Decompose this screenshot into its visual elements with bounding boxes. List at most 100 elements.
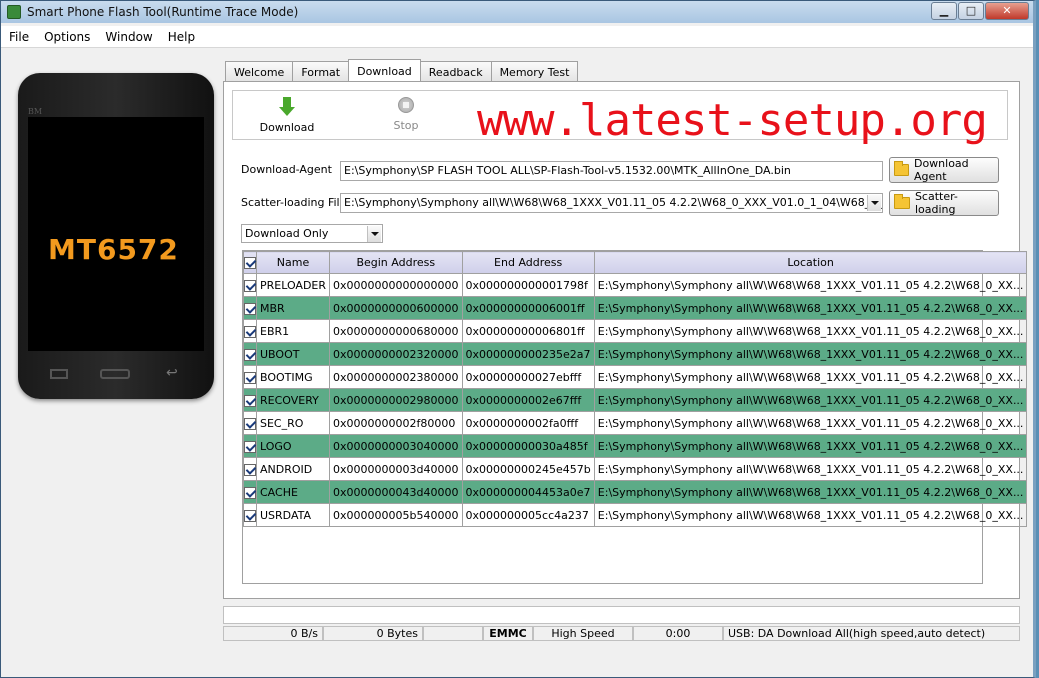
cell-name: UBOOT (255, 342, 331, 366)
cell-end-address: 0x000000000001798f (461, 273, 595, 297)
download-mode-select[interactable]: Download Only (241, 224, 383, 243)
table-row[interactable]: SEC_RO 0x0000000002f80000 0x0000000002fa0f… (243, 411, 1028, 435)
chevron-down-icon[interactable] (367, 226, 381, 242)
cell-end-address: 0x0000000002fa0fff (461, 411, 595, 435)
download-label: Download (259, 121, 315, 134)
phone-brand: BM (28, 107, 43, 116)
cell-name: EBR1 (255, 319, 331, 343)
cell-begin-address: 0x0000000000000000 (329, 273, 463, 297)
table-row[interactable]: RECOVERY 0x0000000002980000 0x0000000002e6… (243, 388, 1028, 412)
table-row[interactable]: EBR1 0x0000000000680000 0x00000000006801ff… (243, 319, 1028, 343)
stop-button[interactable]: Stop (376, 97, 436, 132)
checkbox-checked-icon (244, 486, 256, 499)
table-row[interactable]: PRELOADER 0x0000000000000000 0x00000000000… (243, 273, 1028, 297)
scatter-loading-label: Scatter-loading File (241, 196, 347, 209)
row-checkbox[interactable] (243, 319, 257, 343)
status-empty (423, 626, 483, 641)
tab-readback[interactable]: Readback (419, 61, 492, 81)
table-row[interactable]: MBR 0x0000000000600000 0x00000000006001ff E… (243, 296, 1028, 320)
tab-memory-test[interactable]: Memory Test (490, 61, 579, 81)
chevron-down-icon[interactable] (867, 195, 881, 211)
cell-end-address: 0x00000000006001ff (461, 296, 595, 320)
table-row[interactable]: BOOTIMG 0x0000000002380000 0x00000000027eb… (243, 365, 1028, 389)
cell-location[interactable]: E:\Symphony\Symphony all\W\W68\W68_1XXX_… (593, 342, 1028, 366)
row-checkbox[interactable] (243, 411, 257, 435)
title-bar[interactable]: Smart Phone Flash Tool(Runtime Trace Mod… (1, 1, 1033, 23)
cell-location[interactable]: E:\Symphony\Symphony all\W\W68\W68_1XXX_… (593, 411, 1028, 435)
cell-location[interactable]: E:\Symphony\Symphony all\W\W68\W68_1XXX_… (593, 388, 1028, 412)
status-mode: High Speed (533, 626, 633, 641)
header-name[interactable]: Name (255, 251, 331, 274)
scatter-loading-button[interactable]: Scatter-loading (889, 190, 999, 216)
row-checkbox[interactable] (243, 273, 257, 297)
close-button[interactable]: ✕ (985, 2, 1029, 20)
tab-format[interactable]: Format (292, 61, 350, 81)
app-icon (7, 5, 21, 19)
menu-help[interactable]: Help (161, 30, 202, 44)
select-all-checkbox[interactable] (243, 251, 257, 274)
row-checkbox[interactable] (243, 342, 257, 366)
stop-label: Stop (393, 119, 419, 132)
maximize-button[interactable]: □ (958, 2, 984, 20)
cell-begin-address: 0x0000000003d40000 (329, 457, 463, 481)
checkbox-checked-icon (244, 325, 256, 338)
folder-icon (894, 194, 910, 209)
cell-name: CACHE (255, 480, 331, 504)
table-row[interactable]: USRDATA 0x000000005b540000 0x000000005cc4a… (243, 503, 1028, 527)
cell-location[interactable]: E:\Symphony\Symphony all\W\W68\W68_1XXX_… (593, 503, 1028, 527)
cell-begin-address: 0x0000000002320000 (329, 342, 463, 366)
status-bytes: 0 Bytes (323, 626, 423, 641)
menu-bar: File Options Window Help (1, 26, 1033, 48)
header-location[interactable]: Location (593, 251, 1028, 274)
download-agent-field[interactable]: E:\Symphony\SP FLASH TOOL ALL\SP-Flash-T… (340, 161, 883, 181)
table-row[interactable]: LOGO 0x0000000003040000 0x00000000030a485f… (243, 434, 1028, 458)
table-header-row: Name Begin Address End Address Location (243, 251, 1028, 274)
cell-name: USRDATA (255, 503, 331, 527)
row-checkbox[interactable] (243, 434, 257, 458)
cell-end-address: 0x000000005cc4a237 (461, 503, 595, 527)
table-row[interactable]: ANDROID 0x0000000003d40000 0x00000000245e4… (243, 457, 1028, 481)
cell-location[interactable]: E:\Symphony\Symphony all\W\W68\W68_1XXX_… (593, 365, 1028, 389)
cell-location[interactable]: E:\Symphony\Symphony all\W\W68\W68_1XXX_… (593, 457, 1028, 481)
checkbox-checked-icon (244, 463, 256, 476)
table-row[interactable]: UBOOT 0x0000000002320000 0x000000000235e2a… (243, 342, 1028, 366)
menu-window[interactable]: Window (98, 30, 159, 44)
row-checkbox[interactable] (243, 365, 257, 389)
header-end-address[interactable]: End Address (461, 251, 595, 274)
minimize-button[interactable]: ▁ (931, 2, 957, 20)
tab-welcome[interactable]: Welcome (225, 61, 294, 81)
progress-bar (223, 606, 1020, 624)
cell-location[interactable]: E:\Symphony\Symphony all\W\W68\W68_1XXX_… (593, 434, 1028, 458)
row-checkbox[interactable] (243, 296, 257, 320)
cell-end-address: 0x0000000002e67fff (461, 388, 595, 412)
menu-options[interactable]: Options (37, 30, 97, 44)
checkbox-checked-icon (244, 509, 256, 522)
row-checkbox[interactable] (243, 388, 257, 412)
phone-home-key-icon (100, 369, 130, 379)
window-controls: ▁ □ ✕ (930, 2, 1029, 20)
scatter-loading-select[interactable]: E:\Symphony\Symphony all\W\W68\W68_1XXX_… (340, 193, 883, 213)
cell-location[interactable]: E:\Symphony\Symphony all\W\W68\W68_1XXX_… (593, 296, 1028, 320)
cell-begin-address: 0x0000000002f80000 (329, 411, 463, 435)
checkbox-checked-icon (244, 394, 256, 407)
header-begin-address[interactable]: Begin Address (329, 251, 463, 274)
download-agent-button[interactable]: Download Agent (889, 157, 999, 183)
row-checkbox[interactable] (243, 503, 257, 527)
table-row[interactable]: CACHE 0x0000000043d40000 0x000000004453a0e… (243, 480, 1028, 504)
cell-begin-address: 0x0000000043d40000 (329, 480, 463, 504)
download-button[interactable]: Download (257, 97, 317, 134)
tab-download[interactable]: Download (348, 59, 421, 81)
cell-location[interactable]: E:\Symphony\Symphony all\W\W68\W68_1XXX_… (593, 319, 1028, 343)
cell-location[interactable]: E:\Symphony\Symphony all\W\W68\W68_1XXX_… (593, 273, 1028, 297)
app-window: Smart Phone Flash Tool(Runtime Trace Mod… (0, 0, 1036, 678)
cell-location[interactable]: E:\Symphony\Symphony all\W\W68\W68_1XXX_… (593, 480, 1028, 504)
scatter-loading-button-label: Scatter-loading (914, 190, 958, 216)
cell-end-address: 0x000000004453a0e7 (461, 480, 595, 504)
cell-end-address: 0x000000000235e2a7 (461, 342, 595, 366)
checkbox-checked-icon (244, 440, 256, 453)
row-checkbox[interactable] (243, 480, 257, 504)
row-checkbox[interactable] (243, 457, 257, 481)
phone-back-key-icon: ↩ (166, 365, 178, 381)
menu-file[interactable]: File (2, 30, 36, 44)
cell-name: MBR (255, 296, 331, 320)
